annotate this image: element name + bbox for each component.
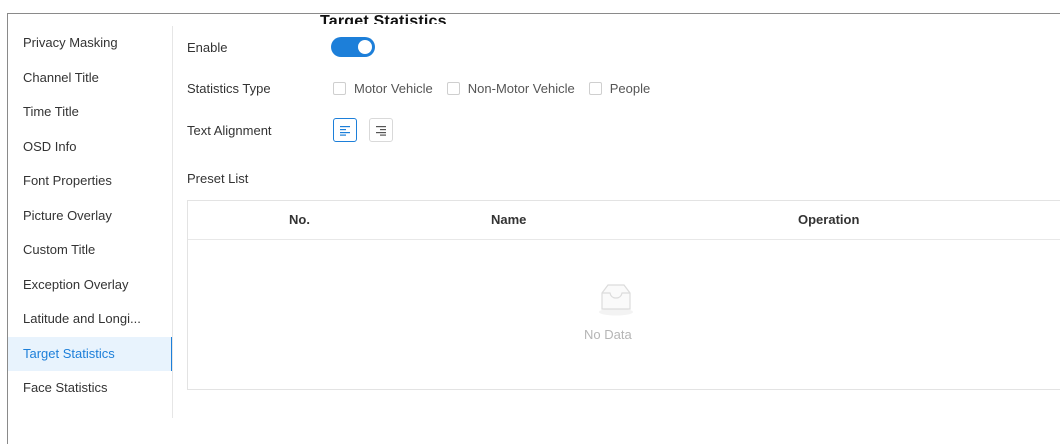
text-alignment-label: Text Alignment xyxy=(187,122,272,138)
checkbox-box[interactable] xyxy=(446,81,460,95)
sidebar: Privacy Masking Channel Title Time Title… xyxy=(8,26,173,418)
column-header-no: No. xyxy=(289,212,310,227)
motor-vehicle-checkbox[interactable]: Motor Vehicle xyxy=(333,81,433,96)
sidebar-item-font-properties[interactable]: Font Properties xyxy=(8,164,172,199)
sidebar-item-osd-info[interactable]: OSD Info xyxy=(8,130,172,165)
table-empty-state: No Data xyxy=(188,239,1060,389)
checkbox-box[interactable] xyxy=(333,81,346,95)
sidebar-item-privacy-masking[interactable]: Privacy Masking xyxy=(8,26,172,61)
non-motor-vehicle-checkbox[interactable]: Non-Motor Vehicle xyxy=(446,80,575,96)
sidebar-item-exception-overlay[interactable]: Exception Overlay xyxy=(8,268,172,303)
align-right-icon xyxy=(376,125,386,136)
motor-vehicle-label: Motor Vehicle xyxy=(354,80,433,96)
sidebar-item-time-title[interactable]: Time Title xyxy=(8,95,172,130)
sidebar-item-channel-title[interactable]: Channel Title xyxy=(8,61,172,96)
main-panel: Enable Statistics Type Motor Vehicle Non… xyxy=(187,26,1060,426)
empty-text: No Data xyxy=(584,327,632,342)
align-left-button[interactable] xyxy=(333,118,357,142)
statistics-type-row: Statistics Type Motor Vehicle Non-Motor … xyxy=(187,77,664,99)
sidebar-item-face-statistics[interactable]: Face Statistics xyxy=(8,371,172,406)
sidebar-item-picture-overlay[interactable]: Picture Overlay xyxy=(8,199,172,234)
align-left-icon xyxy=(340,125,350,136)
sidebar-item-latitude-longitude[interactable]: Latitude and Longi... xyxy=(8,302,172,337)
people-label: People xyxy=(609,80,651,96)
statistics-type-label: Statistics Type xyxy=(187,80,271,96)
column-header-name: Name xyxy=(491,212,527,227)
people-checkbox[interactable]: People xyxy=(588,80,651,96)
checkbox-box[interactable] xyxy=(588,81,602,95)
column-header-operation: Operation xyxy=(798,212,860,227)
inbox-icon xyxy=(599,284,633,316)
text-alignment-row: Text Alignment xyxy=(187,118,405,142)
non-motor-vehicle-label: Non-Motor Vehicle xyxy=(467,80,575,96)
toggle-knob xyxy=(358,40,372,54)
align-right-button[interactable] xyxy=(369,118,393,142)
enable-row: Enable xyxy=(187,36,375,58)
preset-list-label: Preset List xyxy=(187,171,249,186)
table-header: No. Name Operation xyxy=(188,201,1060,240)
enable-toggle[interactable] xyxy=(331,37,375,57)
enable-label: Enable xyxy=(187,39,228,55)
sidebar-item-custom-title[interactable]: Custom Title xyxy=(8,233,172,268)
window-title: Target Statistics xyxy=(320,13,447,24)
sidebar-item-target-statistics[interactable]: Target Statistics xyxy=(8,336,172,371)
preset-table: No. Name Operation No Data xyxy=(187,200,1060,390)
